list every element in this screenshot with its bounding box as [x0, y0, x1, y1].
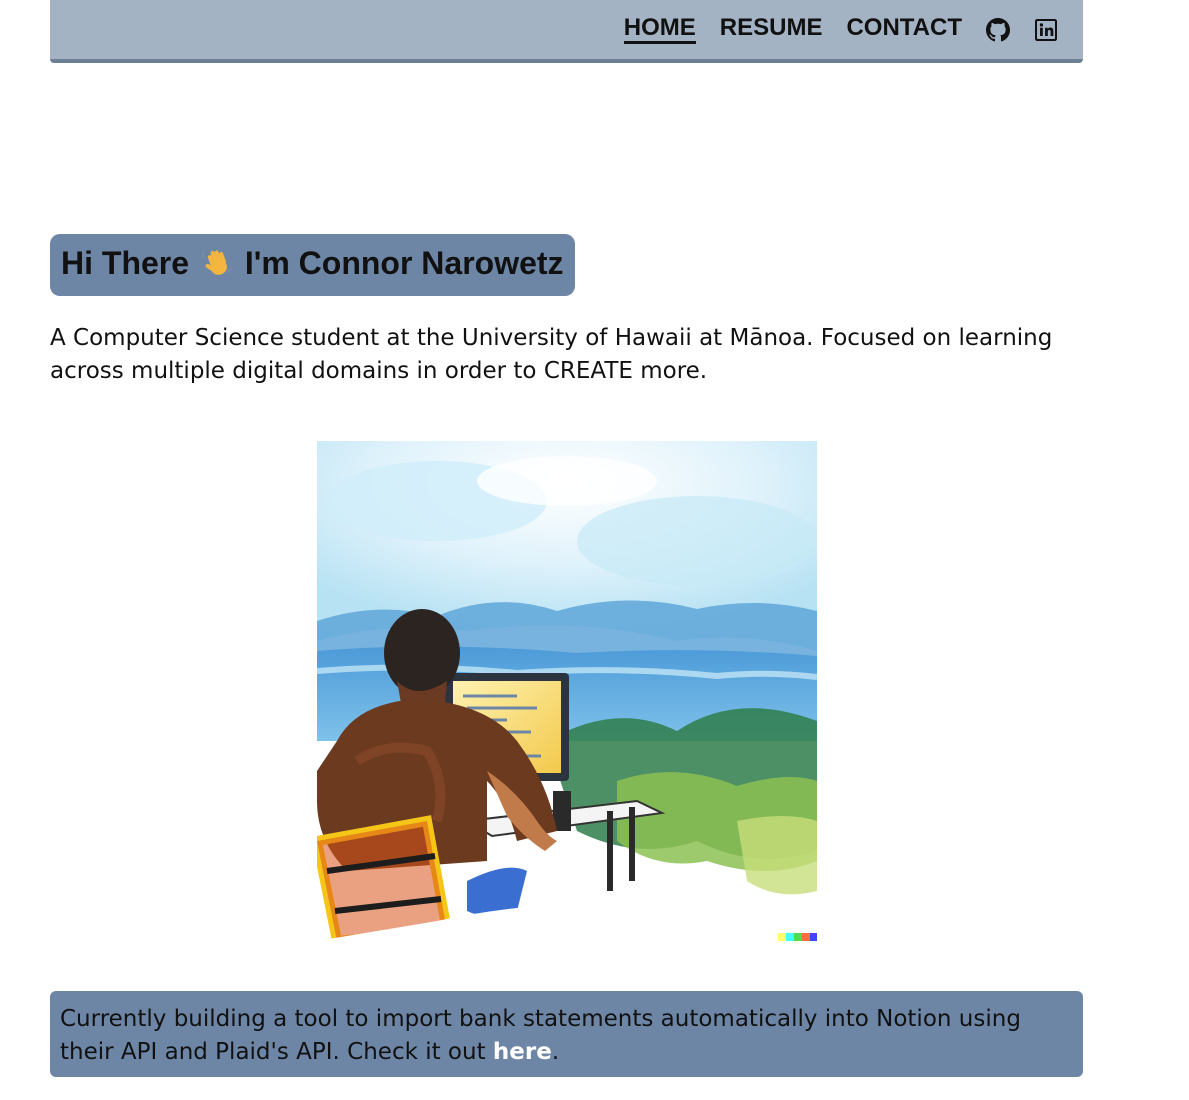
hero-heading-text: Hi There I'm Connor Narowetz	[61, 244, 564, 286]
github-icon-graphic	[986, 17, 1010, 41]
hero-illustration	[317, 441, 817, 941]
banner-text-end: .	[551, 1039, 560, 1065]
navbar: HOME RESUME CONTACT	[50, 0, 1083, 63]
linkedin-icon-graphic	[1035, 18, 1057, 41]
nav-link-resume[interactable]: RESUME	[720, 15, 823, 44]
illustration-graphic	[317, 441, 817, 941]
nav-link-home[interactable]: HOME	[623, 15, 696, 44]
linkedin-icon[interactable]	[1034, 18, 1058, 42]
hero-name: I'm Connor Narowetz	[244, 245, 564, 281]
banner-link-here[interactable]: here	[493, 1039, 552, 1065]
intro-paragraph: A Computer Science student at the Univer…	[50, 325, 1053, 384]
github-icon[interactable]	[986, 17, 1010, 42]
nav-links: HOME RESUME CONTACT	[600, 0, 1058, 59]
project-banner: Currently building a tool to import bank…	[50, 991, 1083, 1077]
hero-greeting: Hi There	[61, 245, 190, 281]
wave-emoji-graphic	[202, 250, 232, 275]
hero-heading: Hi There I'm Connor Narowetz	[50, 234, 575, 296]
wave-emoji-icon	[200, 244, 234, 286]
page: HOME RESUME CONTACT Hi There I'm Connor …	[0, 0, 1189, 1100]
nav-link-contact[interactable]: CONTACT	[846, 15, 962, 44]
